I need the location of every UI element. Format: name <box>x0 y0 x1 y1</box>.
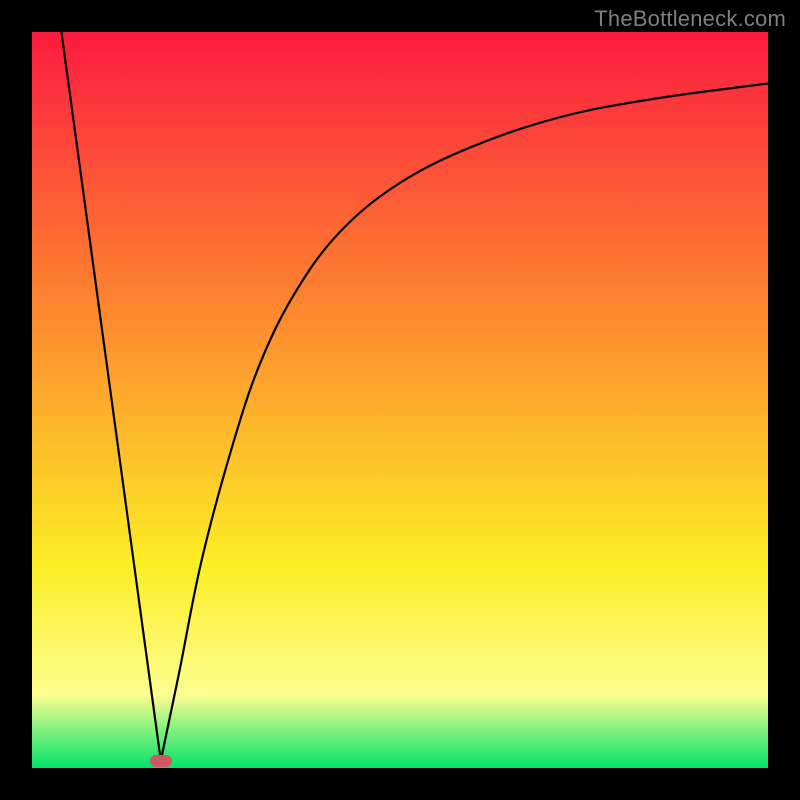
plot-area <box>32 32 768 768</box>
series-right-curve <box>161 84 768 761</box>
series-left-slope <box>61 32 160 761</box>
minimum-marker <box>150 755 172 767</box>
chart-frame: TheBottleneck.com <box>0 0 800 800</box>
curve-layer <box>32 32 768 768</box>
attribution-text: TheBottleneck.com <box>594 6 786 32</box>
